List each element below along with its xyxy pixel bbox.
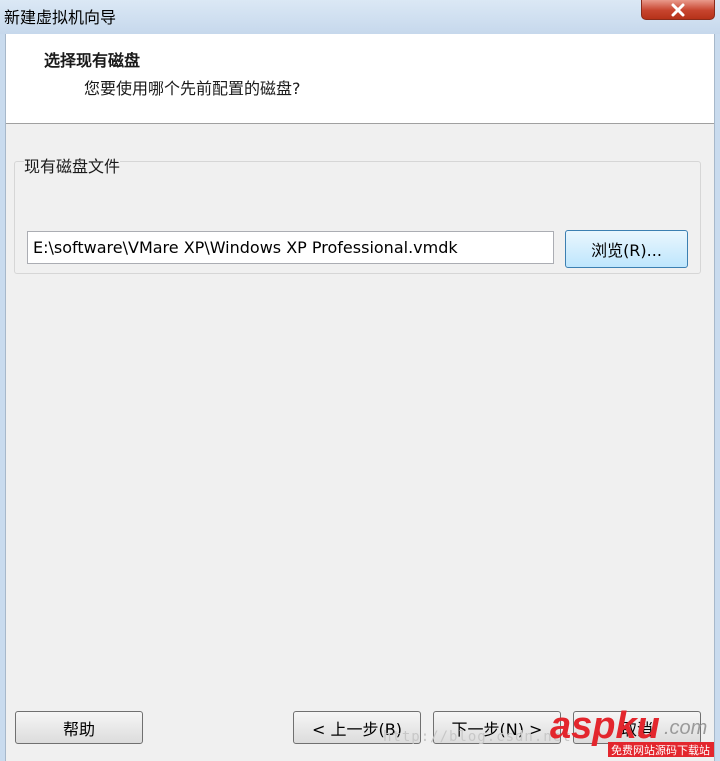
- title-bar[interactable]: 新建虚拟机向导: [0, 0, 720, 34]
- logo-brand: aspku: [550, 705, 660, 747]
- logo-tagline: 免费网站源码下载站: [611, 743, 710, 757]
- disk-path-input[interactable]: [27, 231, 554, 264]
- page-subtitle: 您要使用哪个先前配置的磁盘?: [84, 79, 301, 98]
- watermark-url: http://blog.csdn.net: [383, 729, 572, 745]
- wizard-header: 选择现有磁盘 您要使用哪个先前配置的磁盘?: [6, 34, 714, 124]
- close-button[interactable]: [641, 0, 715, 20]
- browse-button[interactable]: 浏览(R)...: [565, 230, 688, 268]
- wizard-body: 选择现有磁盘 您要使用哪个先前配置的磁盘? 现有磁盘文件 浏览(R)... 帮助…: [5, 34, 715, 761]
- help-button[interactable]: 帮助: [15, 711, 143, 744]
- close-icon: [671, 3, 685, 16]
- group-label: 现有磁盘文件: [24, 153, 121, 177]
- logo-suffix: .com: [664, 717, 707, 739]
- window-title: 新建虚拟机向导: [4, 8, 117, 27]
- aspku-logo: aspku .com 免费网站源码下载站: [550, 705, 714, 757]
- page-title: 选择现有磁盘: [44, 51, 141, 70]
